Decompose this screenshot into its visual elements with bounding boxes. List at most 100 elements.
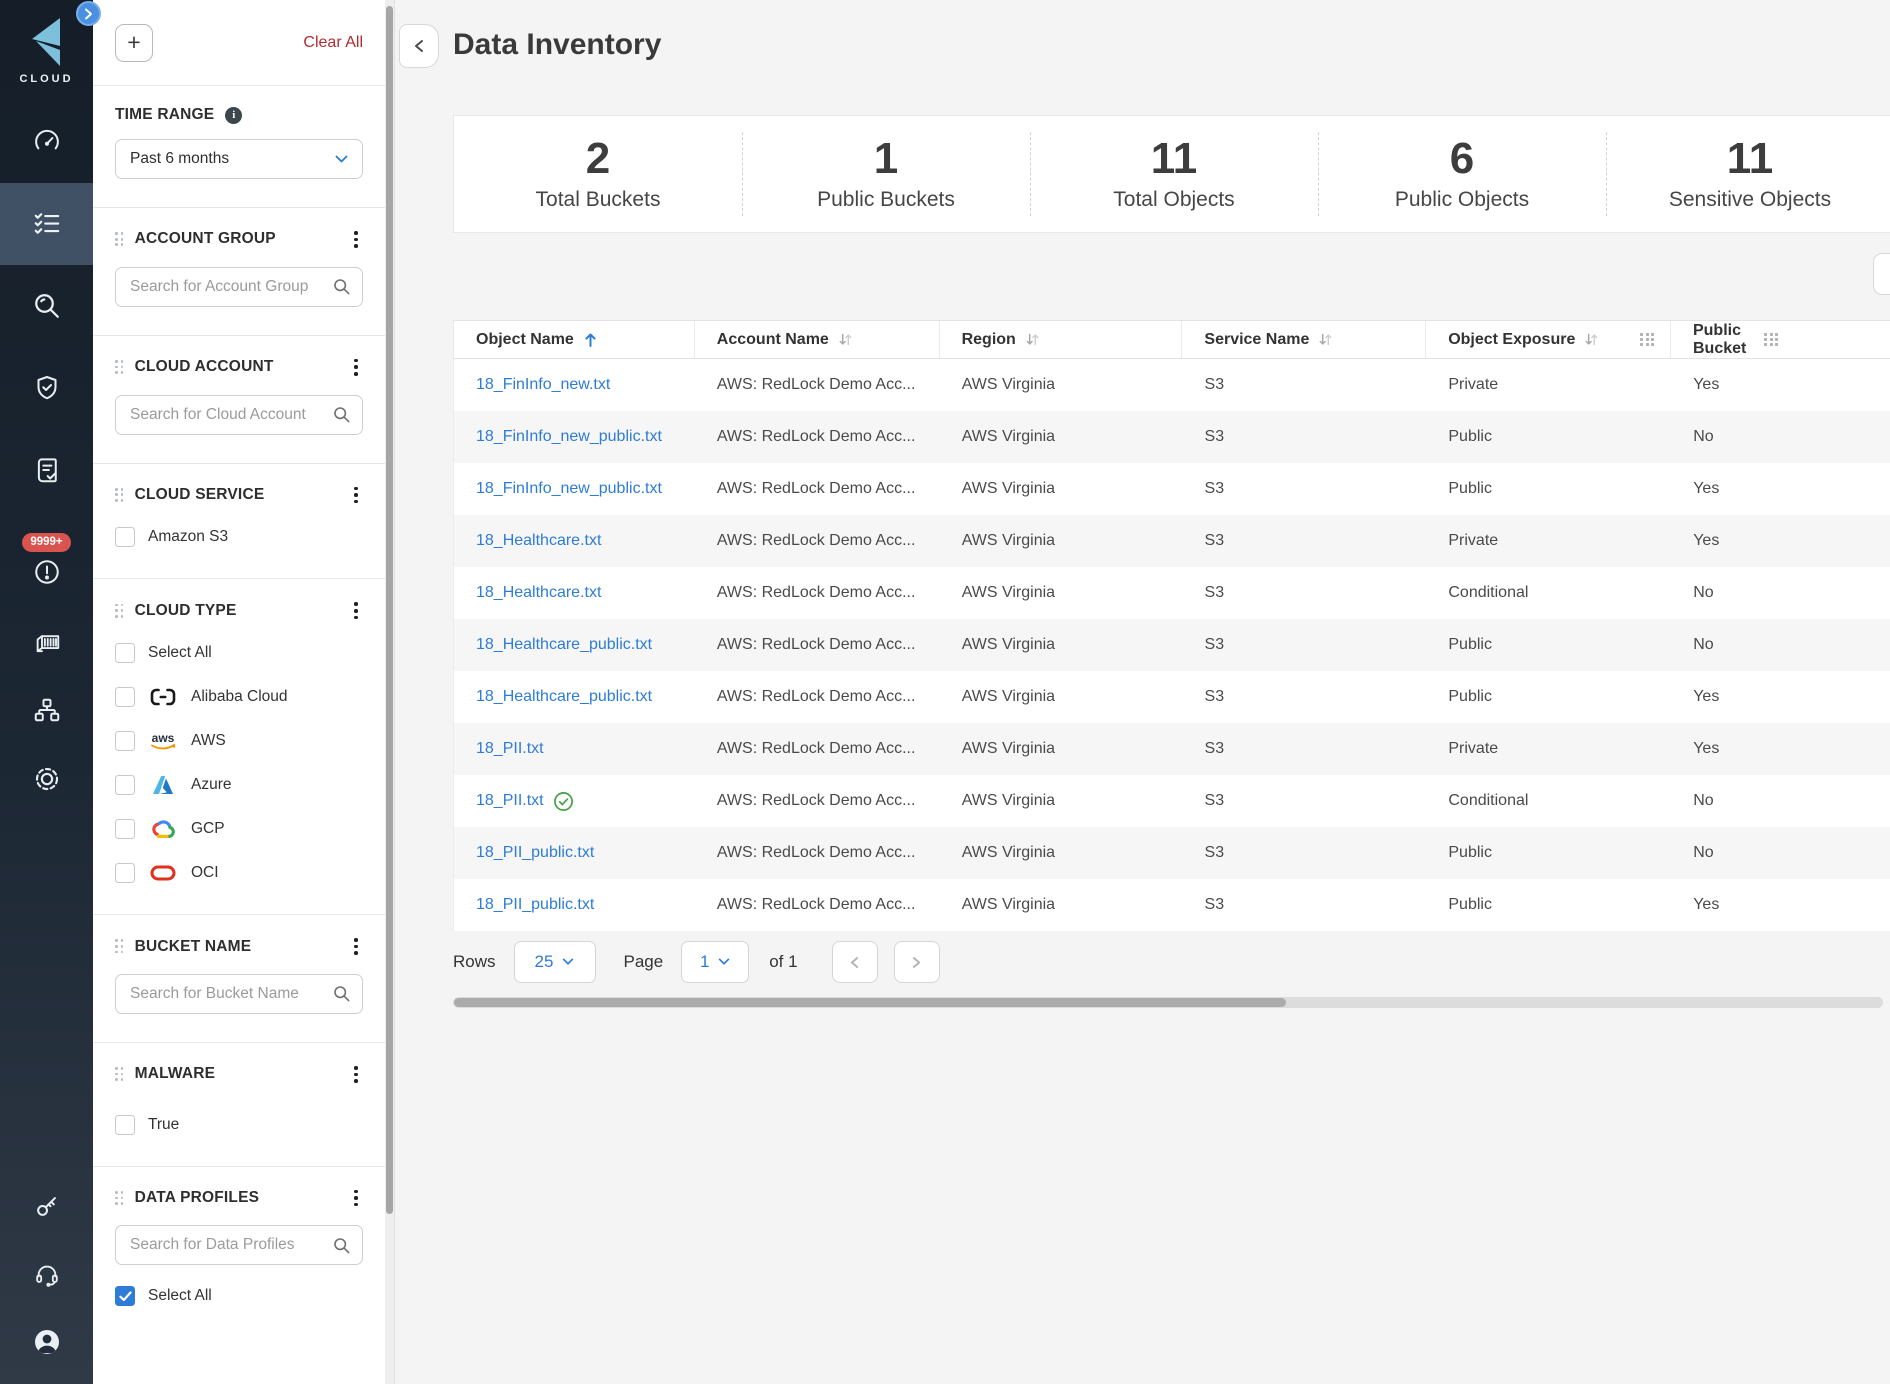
table-row[interactable]: 18_Healthcare_public.txt AWS: RedLock De… bbox=[454, 619, 1890, 671]
data-profiles-search-input[interactable] bbox=[130, 1236, 325, 1254]
kebab-menu-icon[interactable] bbox=[349, 484, 363, 507]
table-row[interactable]: 18_Healthcare_public.txt AWS: RedLock De… bbox=[454, 671, 1890, 723]
prev-page-button[interactable] bbox=[832, 941, 878, 983]
time-range-select[interactable]: Past 6 months bbox=[115, 139, 363, 179]
object-name-link[interactable]: 18_Healthcare_public.txt bbox=[476, 636, 652, 654]
service-name-cell: S3 bbox=[1183, 671, 1427, 723]
malware-true-checkbox[interactable] bbox=[115, 1115, 135, 1135]
kebab-menu-icon[interactable] bbox=[349, 228, 363, 251]
kebab-menu-icon[interactable] bbox=[349, 935, 363, 958]
column-drag-icon[interactable] bbox=[1640, 333, 1654, 347]
object-name-link[interactable]: 18_Healthcare.txt bbox=[476, 532, 601, 550]
table-settings-button-clipped[interactable] bbox=[1873, 253, 1890, 295]
column-header-service-name[interactable]: Service Name bbox=[1182, 321, 1426, 358]
bucket-name-search-input[interactable] bbox=[130, 985, 325, 1003]
cloud-account-title: CLOUD ACCOUNT bbox=[135, 358, 274, 376]
scrollbar-thumb[interactable] bbox=[386, 6, 393, 1214]
cloud-account-search-input[interactable] bbox=[130, 406, 325, 424]
drag-handle-icon[interactable] bbox=[115, 604, 124, 618]
clear-all-filters-button[interactable]: Clear All bbox=[303, 34, 363, 52]
aws-checkbox[interactable] bbox=[115, 731, 135, 751]
sidebar-item-network[interactable] bbox=[0, 677, 93, 745]
sort-asc-icon[interactable] bbox=[583, 332, 598, 348]
column-header-object-exposure[interactable]: Object Exposure bbox=[1426, 321, 1671, 358]
object-name-link[interactable]: 18_Healthcare_public.txt bbox=[476, 688, 652, 706]
object-name-link[interactable]: 18_PII_public.txt bbox=[476, 844, 594, 862]
sidebar-item-support[interactable] bbox=[0, 1240, 93, 1308]
column-header-account-name[interactable]: Account Name bbox=[695, 321, 940, 358]
drag-handle-icon[interactable] bbox=[115, 360, 124, 374]
drag-handle-icon[interactable] bbox=[115, 488, 124, 502]
table-row[interactable]: 18_FinInfo_new_public.txt AWS: RedLock D… bbox=[454, 463, 1890, 515]
object-name-link[interactable]: 18_PII.txt bbox=[476, 792, 544, 810]
sidebar-item-compute[interactable] bbox=[0, 609, 93, 677]
next-page-button[interactable] bbox=[894, 941, 940, 983]
horizontal-scrollbar[interactable] bbox=[453, 997, 1883, 1008]
object-exposure-cell: Private bbox=[1426, 359, 1671, 411]
sidebar-item-settings[interactable] bbox=[0, 745, 93, 813]
object-name-link[interactable]: 18_FinInfo_new_public.txt bbox=[476, 480, 662, 498]
region-cell: AWS Virginia bbox=[940, 775, 1183, 827]
kebab-menu-icon[interactable] bbox=[349, 1187, 363, 1210]
sort-icon[interactable] bbox=[1318, 332, 1333, 347]
column-drag-icon[interactable] bbox=[1764, 333, 1778, 347]
aws-label: AWS bbox=[191, 732, 226, 750]
drag-handle-icon[interactable] bbox=[115, 232, 124, 246]
verified-check-icon bbox=[553, 791, 574, 812]
info-icon[interactable]: i bbox=[225, 107, 242, 124]
sidebar-item-inventory[interactable] bbox=[0, 183, 93, 265]
alibaba-checkbox[interactable] bbox=[115, 687, 135, 707]
page-select[interactable]: 1 bbox=[681, 941, 749, 983]
scrollbar-thumb[interactable] bbox=[454, 998, 1286, 1007]
sort-icon[interactable] bbox=[838, 332, 853, 347]
kebab-menu-icon[interactable] bbox=[349, 599, 363, 622]
add-filter-button[interactable]: + bbox=[115, 24, 153, 62]
rows-per-page-select[interactable]: 25 bbox=[514, 941, 596, 983]
table-row[interactable]: 18_PII_public.txt AWS: RedLock Demo Acc.… bbox=[454, 827, 1890, 879]
table-row[interactable]: 18_Healthcare.txt AWS: RedLock Demo Acc.… bbox=[454, 567, 1890, 619]
object-name-link[interactable]: 18_PII_public.txt bbox=[476, 896, 594, 914]
gcp-checkbox[interactable] bbox=[115, 819, 135, 839]
chevron-left-icon bbox=[414, 39, 424, 53]
sidebar-item-profile[interactable] bbox=[0, 1308, 93, 1376]
collapse-filter-panel-button[interactable] bbox=[399, 24, 439, 68]
oci-checkbox[interactable] bbox=[115, 863, 135, 883]
object-name-link[interactable]: 18_PII.txt bbox=[476, 740, 544, 758]
table-row[interactable]: 18_Healthcare.txt AWS: RedLock Demo Acc.… bbox=[454, 515, 1890, 567]
sort-icon[interactable] bbox=[1584, 332, 1599, 347]
amazon-s3-checkbox[interactable] bbox=[115, 527, 135, 547]
table-row[interactable]: 18_PII.txt AWS: RedLock Demo Acc... AWS … bbox=[454, 723, 1890, 775]
drag-handle-icon[interactable] bbox=[115, 1067, 124, 1081]
table-row[interactable]: 18_PII.txt AWS: RedLock Demo Acc... AWS … bbox=[454, 775, 1890, 827]
search-icon bbox=[333, 1237, 350, 1254]
sidebar-item-alerts[interactable]: 9999+ bbox=[0, 511, 93, 609]
cloud-type-select-all-checkbox[interactable] bbox=[115, 643, 135, 663]
filter-panel-scrollbar[interactable] bbox=[385, 0, 394, 1384]
table-row[interactable]: 18_FinInfo_new.txt AWS: RedLock Demo Acc… bbox=[454, 359, 1890, 411]
column-header-public-bucket[interactable]: Public Bucket bbox=[1671, 321, 1890, 358]
panel-expand-toggle[interactable] bbox=[76, 1, 101, 26]
kebab-menu-icon[interactable] bbox=[349, 1063, 363, 1086]
azure-checkbox[interactable] bbox=[115, 775, 135, 795]
object-name-link[interactable]: 18_FinInfo_new_public.txt bbox=[476, 428, 662, 446]
data-profiles-select-all-checkbox[interactable] bbox=[115, 1286, 135, 1306]
sidebar-item-dashboard[interactable] bbox=[0, 101, 93, 183]
sidebar-item-access-keys[interactable] bbox=[0, 1172, 93, 1240]
sidebar-item-search[interactable] bbox=[0, 265, 93, 347]
sidebar-item-policies[interactable] bbox=[0, 429, 93, 511]
object-name-link[interactable]: 18_FinInfo_new.txt bbox=[476, 376, 610, 394]
account-group-search-input[interactable] bbox=[130, 278, 325, 296]
column-header-region[interactable]: Region bbox=[940, 321, 1183, 358]
drag-handle-icon[interactable] bbox=[115, 1191, 124, 1205]
kebab-menu-icon[interactable] bbox=[349, 356, 363, 379]
stat-label: Sensitive Objects bbox=[1669, 188, 1831, 212]
sort-icon[interactable] bbox=[1025, 332, 1040, 347]
table-row[interactable]: 18_PII_public.txt AWS: RedLock Demo Acc.… bbox=[454, 879, 1890, 931]
object-name-link[interactable]: 18_Healthcare.txt bbox=[476, 584, 601, 602]
drag-handle-icon[interactable] bbox=[115, 939, 124, 953]
table-row[interactable]: 18_FinInfo_new_public.txt AWS: RedLock D… bbox=[454, 411, 1890, 463]
azure-label: Azure bbox=[191, 776, 232, 794]
column-header-object-name[interactable]: Object Name bbox=[454, 321, 695, 358]
sidebar-item-compliance[interactable] bbox=[0, 347, 93, 429]
stat-sensitive-objects: 11 Sensitive Objects bbox=[1606, 116, 1890, 232]
